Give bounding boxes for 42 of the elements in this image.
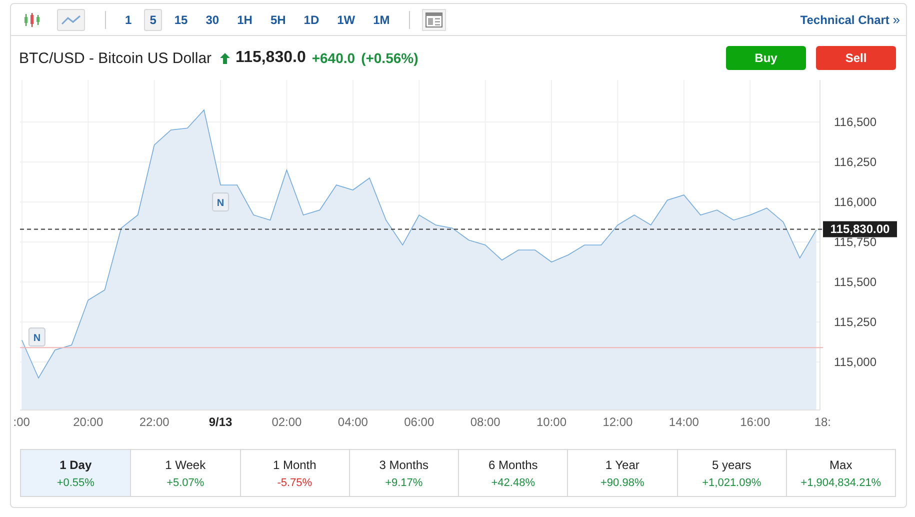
y-axis-label: 116,250	[834, 155, 876, 169]
last-price: 115,830.0	[236, 49, 306, 67]
x-axis-label: 10:00	[536, 415, 567, 429]
price-change: +640.0	[312, 50, 356, 66]
y-axis-label: 116,000	[834, 195, 876, 209]
ref-line-label: 115,830.00	[830, 222, 890, 236]
interval-button[interactable]: 1D	[298, 8, 326, 30]
x-axis-label: 02:00	[272, 415, 302, 429]
annotation: N	[33, 333, 41, 344]
interval-button[interactable]: 30	[200, 8, 226, 30]
y-axis-label: 115,750	[834, 235, 876, 249]
interval-button[interactable]: 15	[168, 8, 194, 30]
y-axis-label: 115,250	[834, 315, 876, 329]
x-axis-label: 18:	[814, 415, 832, 429]
x-axis-label: :00	[13, 415, 30, 429]
price-change-percent: (+0.56%)	[361, 50, 418, 66]
y-axis-label: 115,000	[834, 355, 876, 369]
interval-button[interactable]: 5	[144, 8, 162, 30]
y-axis-label: 116,500	[834, 115, 876, 129]
x-axis-label: 12:00	[602, 415, 633, 429]
x-axis-label: 04:00	[338, 415, 368, 429]
annotation: N	[216, 198, 224, 209]
interval-button[interactable]: 1	[119, 8, 138, 30]
news-marker[interactable]: N	[28, 328, 46, 347]
interval-button[interactable]: 5H	[264, 8, 292, 30]
sell-button[interactable]: Sell	[816, 46, 896, 70]
technical-chart-link[interactable]: Technical Chart »	[800, 12, 900, 27]
interval-button[interactable]: 1W	[331, 8, 362, 30]
instrument-title: BTC/USD - Bitcoin US Dollar	[19, 50, 212, 66]
interval-button[interactable]: 1H	[231, 8, 258, 30]
x-axis-label: 22:00	[139, 415, 170, 429]
y-axis-label: 115,500	[834, 275, 876, 289]
interval-button[interactable]: 1M	[367, 8, 396, 30]
x-axis-label: 9/13	[208, 415, 232, 429]
x-axis-label: 08:00	[470, 415, 500, 429]
x-axis-label: 16:00	[740, 415, 770, 429]
x-axis-label: 06:00	[404, 415, 434, 429]
x-axis-label: 20:00	[73, 415, 104, 429]
news-marker[interactable]: N	[212, 192, 230, 212]
x-axis-label: 14:00	[668, 415, 699, 429]
period-tab[interactable]: 1 Day +0.55%	[21, 450, 130, 496]
price-label: 115,830.00	[823, 221, 897, 238]
